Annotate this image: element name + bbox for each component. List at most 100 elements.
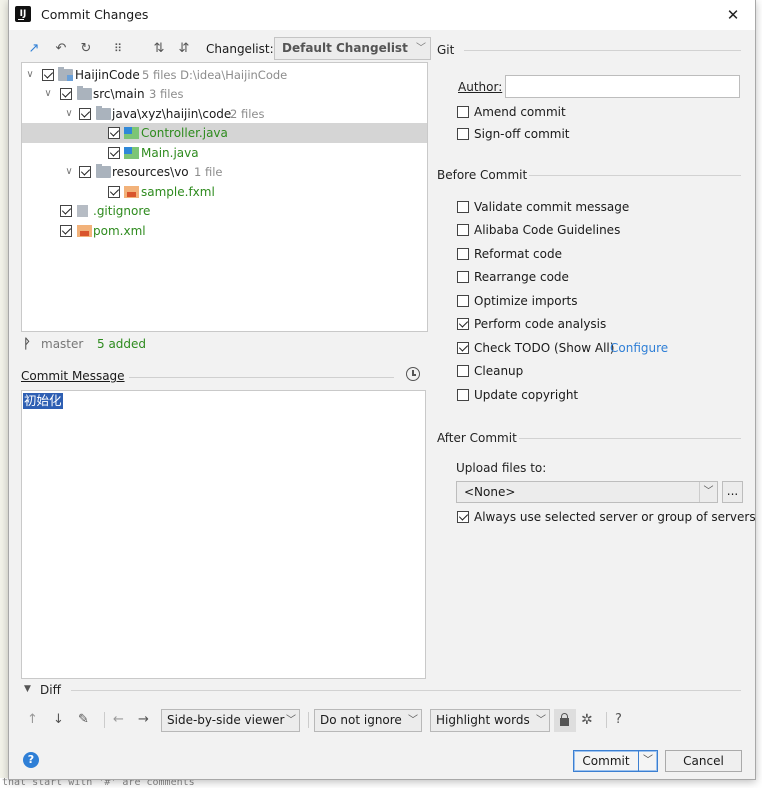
tree-row-pom[interactable]: pom.xml: [22, 221, 427, 241]
after-commit-title: After Commit: [437, 431, 517, 445]
help-question-icon[interactable]: ?: [615, 711, 622, 729]
cancel-button[interactable]: Cancel: [665, 750, 742, 772]
checkbox[interactable]: [457, 128, 469, 140]
edit-icon[interactable]: ✎: [78, 711, 89, 729]
tree-label: Main.java: [141, 146, 199, 160]
tree-row-gitignore[interactable]: .gitignore: [22, 201, 427, 221]
arrow-left-icon[interactable]: ←: [113, 711, 124, 729]
checkbox[interactable]: [457, 248, 469, 260]
changes-summary[interactable]: 5 added: [97, 337, 146, 351]
commit-button[interactable]: Commit ﹀: [573, 750, 658, 772]
arrow-up-icon[interactable]: ↑: [27, 711, 38, 729]
java-file-icon: [124, 147, 139, 159]
checkbox[interactable]: [108, 127, 120, 139]
before-commit-title: Before Commit: [437, 168, 528, 182]
checkbox[interactable]: [60, 88, 72, 100]
checkbox[interactable]: [457, 365, 469, 377]
checkbox[interactable]: [60, 205, 72, 217]
help-icon[interactable]: ?: [23, 752, 39, 768]
tree-row-resources[interactable]: ∨ resources\vo 1 file: [22, 162, 427, 182]
chevron-down-icon[interactable]: ﹀: [638, 751, 657, 771]
separator: [519, 438, 741, 439]
option-label: Cleanup: [474, 364, 524, 378]
whitespace-select[interactable]: Do not ignore ﹀: [314, 709, 422, 732]
checkbox[interactable]: [457, 389, 469, 401]
chevron-down-icon: ﹀: [286, 715, 296, 726]
tree-label: java\xyz\haijin\code: [112, 107, 232, 121]
gear-icon[interactable]: ✲: [581, 711, 593, 729]
checkbox[interactable]: [79, 108, 91, 120]
author-input[interactable]: [505, 75, 740, 98]
viewer-value: Side-by-side viewer: [167, 713, 285, 727]
checkbox[interactable]: [42, 69, 54, 81]
checkbox[interactable]: [457, 201, 469, 213]
close-button[interactable]: ✕: [721, 4, 745, 26]
expand-all-icon[interactable]: ⇅: [150, 40, 168, 58]
highlight-select[interactable]: Highlight words ﹀: [430, 709, 550, 732]
arrow-down-icon[interactable]: ↓: [53, 711, 64, 729]
collapse-icon[interactable]: ▼: [24, 684, 31, 694]
java-file-icon: [124, 127, 139, 139]
chevron-down-icon[interactable]: ∨: [24, 65, 36, 85]
checkbox[interactable]: [457, 271, 469, 283]
tree-row-main[interactable]: Main.java: [22, 143, 427, 163]
upload-server-value: <None>: [464, 485, 516, 499]
window-title: Commit Changes: [41, 7, 149, 22]
chevron-down-icon[interactable]: ∨: [63, 162, 75, 182]
checkbox[interactable]: [457, 342, 469, 354]
tree-row-src-main[interactable]: ∨ src\main 3 files: [22, 84, 427, 104]
option-label: Perform code analysis: [474, 317, 607, 331]
checkbox[interactable]: [457, 224, 469, 236]
separator: [606, 712, 607, 728]
chevron-down-icon: ﹀: [536, 715, 546, 726]
tree-row-java-package[interactable]: ∨ java\xyz\haijin\code 2 files: [22, 104, 427, 124]
tree-row-project[interactable]: ∨ HaijinCode 5 files D:\idea\HaijinCode: [22, 65, 427, 85]
option-label: Alibaba Code Guidelines: [474, 223, 621, 237]
folder-icon: [77, 86, 92, 100]
chevron-down-icon[interactable]: ∨: [63, 104, 75, 124]
option-label: Reformat code: [474, 247, 562, 261]
checkbox[interactable]: [108, 147, 120, 159]
checkbox[interactable]: [79, 166, 91, 178]
tree-row-sample-fxml[interactable]: sample.fxml: [22, 182, 427, 202]
checkbox[interactable]: [60, 225, 72, 237]
checkbox[interactable]: [457, 318, 469, 330]
show-diff-icon[interactable]: ↗: [25, 40, 43, 58]
chevron-down-icon: ﹀: [699, 482, 717, 502]
tree-meta: 2 files: [230, 107, 265, 121]
branch-icon: ᚹ: [23, 337, 31, 352]
tree-meta: 1 file: [194, 165, 223, 179]
checkbox[interactable]: [457, 106, 469, 118]
collapse-all-icon[interactable]: ⇵: [175, 40, 193, 58]
upload-label: Upload files to:: [456, 461, 547, 475]
checkbox[interactable]: [108, 186, 120, 198]
tree-label: src\main: [93, 87, 145, 101]
configure-link[interactable]: Configure: [610, 339, 668, 357]
tree-label: resources\vo: [112, 165, 189, 179]
viewer-select[interactable]: Side-by-side viewer ﹀: [161, 709, 300, 732]
checkbox[interactable]: [457, 511, 469, 523]
separator: [104, 712, 105, 728]
changelist-label: Changelist:: [206, 42, 274, 56]
lock-button[interactable]: [554, 709, 576, 732]
history-icon[interactable]: [406, 367, 420, 381]
changelist-select[interactable]: Default Changelist ﹀: [274, 37, 431, 60]
separator: [129, 377, 394, 378]
checkbox[interactable]: [457, 295, 469, 307]
signoff-commit-label: Sign-off commit: [474, 127, 570, 141]
upload-server-select[interactable]: <None> ﹀: [456, 481, 718, 503]
rollback-icon[interactable]: ↶: [52, 40, 70, 58]
chevron-down-icon: ﹀: [416, 43, 426, 54]
arrow-right-icon[interactable]: →: [138, 711, 149, 729]
tree-row-controller[interactable]: Controller.java: [22, 123, 427, 143]
separator: [71, 690, 741, 691]
commit-message-editor[interactable]: 初始化: [21, 390, 426, 679]
group-by-icon[interactable]: ⠿: [109, 40, 127, 58]
gitignore-file-icon: [77, 205, 88, 217]
refresh-icon[interactable]: ↻: [77, 40, 95, 58]
branch-name: master: [41, 337, 84, 351]
browse-servers-button[interactable]: ...: [722, 481, 743, 503]
chevron-down-icon: ﹀: [408, 715, 418, 726]
tree-label: .gitignore: [93, 204, 151, 218]
chevron-down-icon[interactable]: ∨: [42, 84, 54, 104]
